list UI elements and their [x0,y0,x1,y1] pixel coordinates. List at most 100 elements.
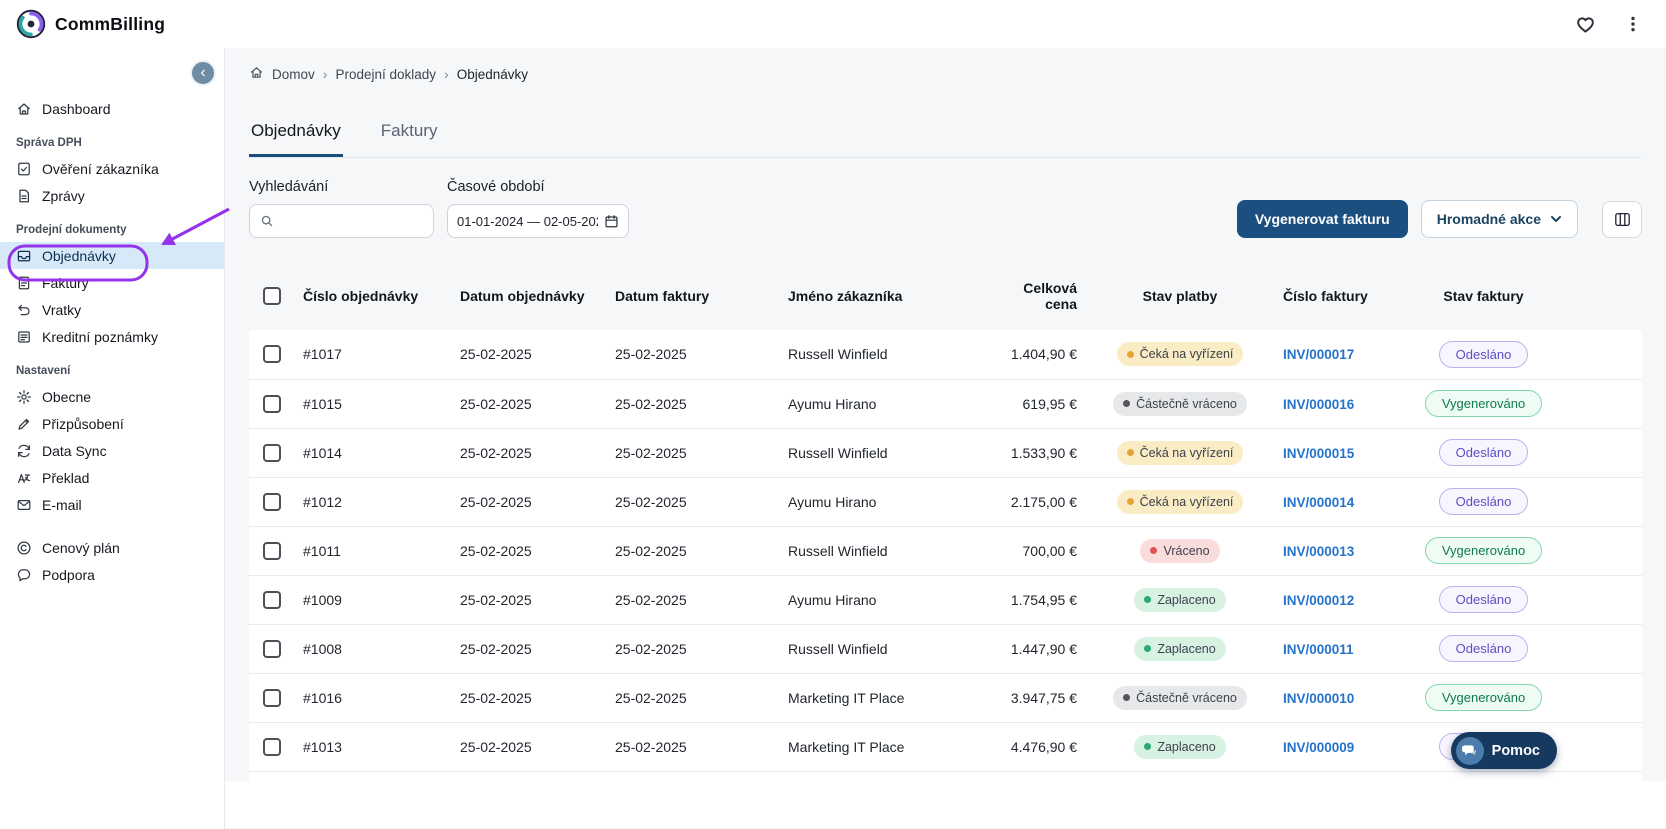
breadcrumb-home[interactable]: Domov [272,67,315,82]
email-icon [16,497,32,513]
date-range-input[interactable]: 01-01-2024 — 02-05-202 [447,204,629,238]
invoice-date: 25-02-2025 [613,624,786,673]
translate-icon [16,470,32,486]
sidebar-item-label: Vratky [42,302,81,318]
row-checkbox[interactable] [263,395,281,413]
help-button[interactable]: Pomoc [1451,732,1557,769]
date-range-value: 01-01-2024 — 02-05-202 [457,214,598,229]
column-settings-button[interactable] [1602,201,1642,238]
row-checkbox[interactable] [263,689,281,707]
total-price: 3.947,75 € [995,673,1087,722]
row-checkbox[interactable] [263,542,281,560]
customer-name: Ayumu Hirano [786,575,995,624]
order-date: 25-02-2025 [458,575,613,624]
brand-name: CommBilling [55,14,165,35]
invoice-status-badge: Odesláno [1439,341,1529,368]
invoice-number-link[interactable]: INV/000012 [1283,593,1354,608]
sidebar-item-overeni-zakaznika[interactable]: Ověření zákazníka [0,155,224,182]
columns-settings-icon [1614,211,1631,228]
status-dot [1123,694,1130,701]
returns-icon [16,302,32,318]
total-price: 619,95 € [995,379,1087,428]
invoice-date: 25-02-2025 [613,771,786,781]
breadcrumb-sales-docs[interactable]: Prodejní doklady [335,67,436,82]
invoice-number-link[interactable]: INV/000017 [1283,347,1354,362]
invoice-number-link[interactable]: INV/000009 [1283,740,1354,755]
sidebar-item-faktury[interactable]: Faktury [0,269,224,296]
customer-name: Marketing IT Place [786,673,995,722]
col-payment-status: Stav platby [1087,266,1273,330]
commbilling-logo-icon [16,9,46,39]
home-icon [249,65,264,83]
sidebar-item-podpora[interactable]: Podpora [0,561,224,588]
tab-objednavky[interactable]: Objednávky [249,115,343,157]
invoice-number-link[interactable]: INV/000015 [1283,446,1354,461]
kebab-menu-icon[interactable] [1622,13,1644,35]
order-number: #1012 [301,477,458,526]
search-box [249,204,434,238]
invoice-status-badge: Vygenerováno [1425,537,1542,564]
tab-faktury[interactable]: Faktury [379,115,440,157]
search-input[interactable] [281,213,423,229]
col-invoice-date: Datum faktury [613,266,786,330]
row-checkbox[interactable] [263,493,281,511]
sidebar-item-kreditni-poznamky[interactable]: Kreditní poznámky [0,323,224,350]
sidebar-item-label: Ověření zákazníka [42,161,159,177]
bulk-actions-button[interactable]: Hromadné akce [1421,200,1578,238]
sidebar-item-zpravy[interactable]: Zprávy [0,182,224,209]
payment-status-badge: Čeká na vyřízení [1117,490,1244,514]
sidebar-item-e-mail[interactable]: E-mail [0,491,224,518]
customer-name: Marketing IT Place [786,771,995,781]
chevron-left-icon: ‹ [200,65,205,81]
sidebar-item-vratky[interactable]: Vratky [0,296,224,323]
sidebar-item-preklad[interactable]: Překlad [0,464,224,491]
calendar-icon [604,214,619,229]
payment-status-badge: Zaplaceno [1134,637,1225,661]
row-checkbox[interactable] [263,640,281,658]
col-order-date: Datum objednávky [458,266,613,330]
invoice-number-link[interactable]: INV/000010 [1283,691,1354,706]
sidebar-section-title: Nastavení [16,365,208,377]
order-date: 25-02-2025 [458,673,613,722]
invoice-number-link[interactable]: INV/000013 [1283,544,1354,559]
sidebar-item-label: E-mail [42,497,82,513]
invoice-date: 25-02-2025 [613,526,786,575]
col-invoice-number: Číslo faktury [1273,266,1413,330]
total-price: 1.447,90 € [995,624,1087,673]
status-dot [1123,400,1130,407]
invoice-number-link[interactable]: INV/000016 [1283,397,1354,412]
sidebar-item-label: Cenový plán [42,540,120,556]
sidebar-collapse-button[interactable]: ‹ [190,60,216,86]
generate-invoice-button[interactable]: Vygenerovat fakturu [1237,200,1408,238]
row-checkbox[interactable] [263,738,281,756]
order-number: #1017 [301,330,458,379]
sidebar-item-objednavky[interactable]: Objednávky [0,242,224,269]
sidebar-item-label: Zprávy [42,188,85,204]
sidebar-item-data-sync[interactable]: Data Sync [0,437,224,464]
sidebar-item-cenovy-plan[interactable]: Cenový plán [0,534,224,561]
pricing-plan-icon [16,540,32,556]
sidebar-item-dashboard[interactable]: Dashboard [0,95,224,122]
chevron-down-icon [1550,213,1562,225]
order-date: 25-02-2025 [458,330,613,379]
sidebar-item-prizpusobeni[interactable]: Přizpůsobení [0,410,224,437]
heart-icon[interactable] [1573,12,1598,37]
invoice-number-link[interactable]: INV/000014 [1283,495,1354,510]
sidebar-spacer [0,518,224,534]
row-checkbox[interactable] [263,444,281,462]
status-dot [1127,351,1134,358]
brand-logo: CommBilling [16,9,165,39]
select-all-checkbox[interactable] [263,287,281,305]
bottom-strip [225,781,1666,828]
status-dot [1150,547,1157,554]
invoice-status-badge: Vygenerováno [1425,390,1542,417]
table-row: #100825-02-202525-02-2025Russell Winfiel… [249,624,1642,673]
status-dot [1144,645,1151,652]
payment-status-badge: Zaplaceno [1134,735,1225,759]
row-checkbox[interactable] [263,345,281,363]
invoice-number-link[interactable]: INV/000011 [1283,642,1354,657]
sidebar-item-obecne[interactable]: Obecne [0,383,224,410]
table-row: #101225-02-202525-02-2025Ayumu Hirano2.1… [249,477,1642,526]
row-checkbox[interactable] [263,591,281,609]
table-header-row: Číslo objednávky Datum objednávky Datum … [249,266,1642,330]
